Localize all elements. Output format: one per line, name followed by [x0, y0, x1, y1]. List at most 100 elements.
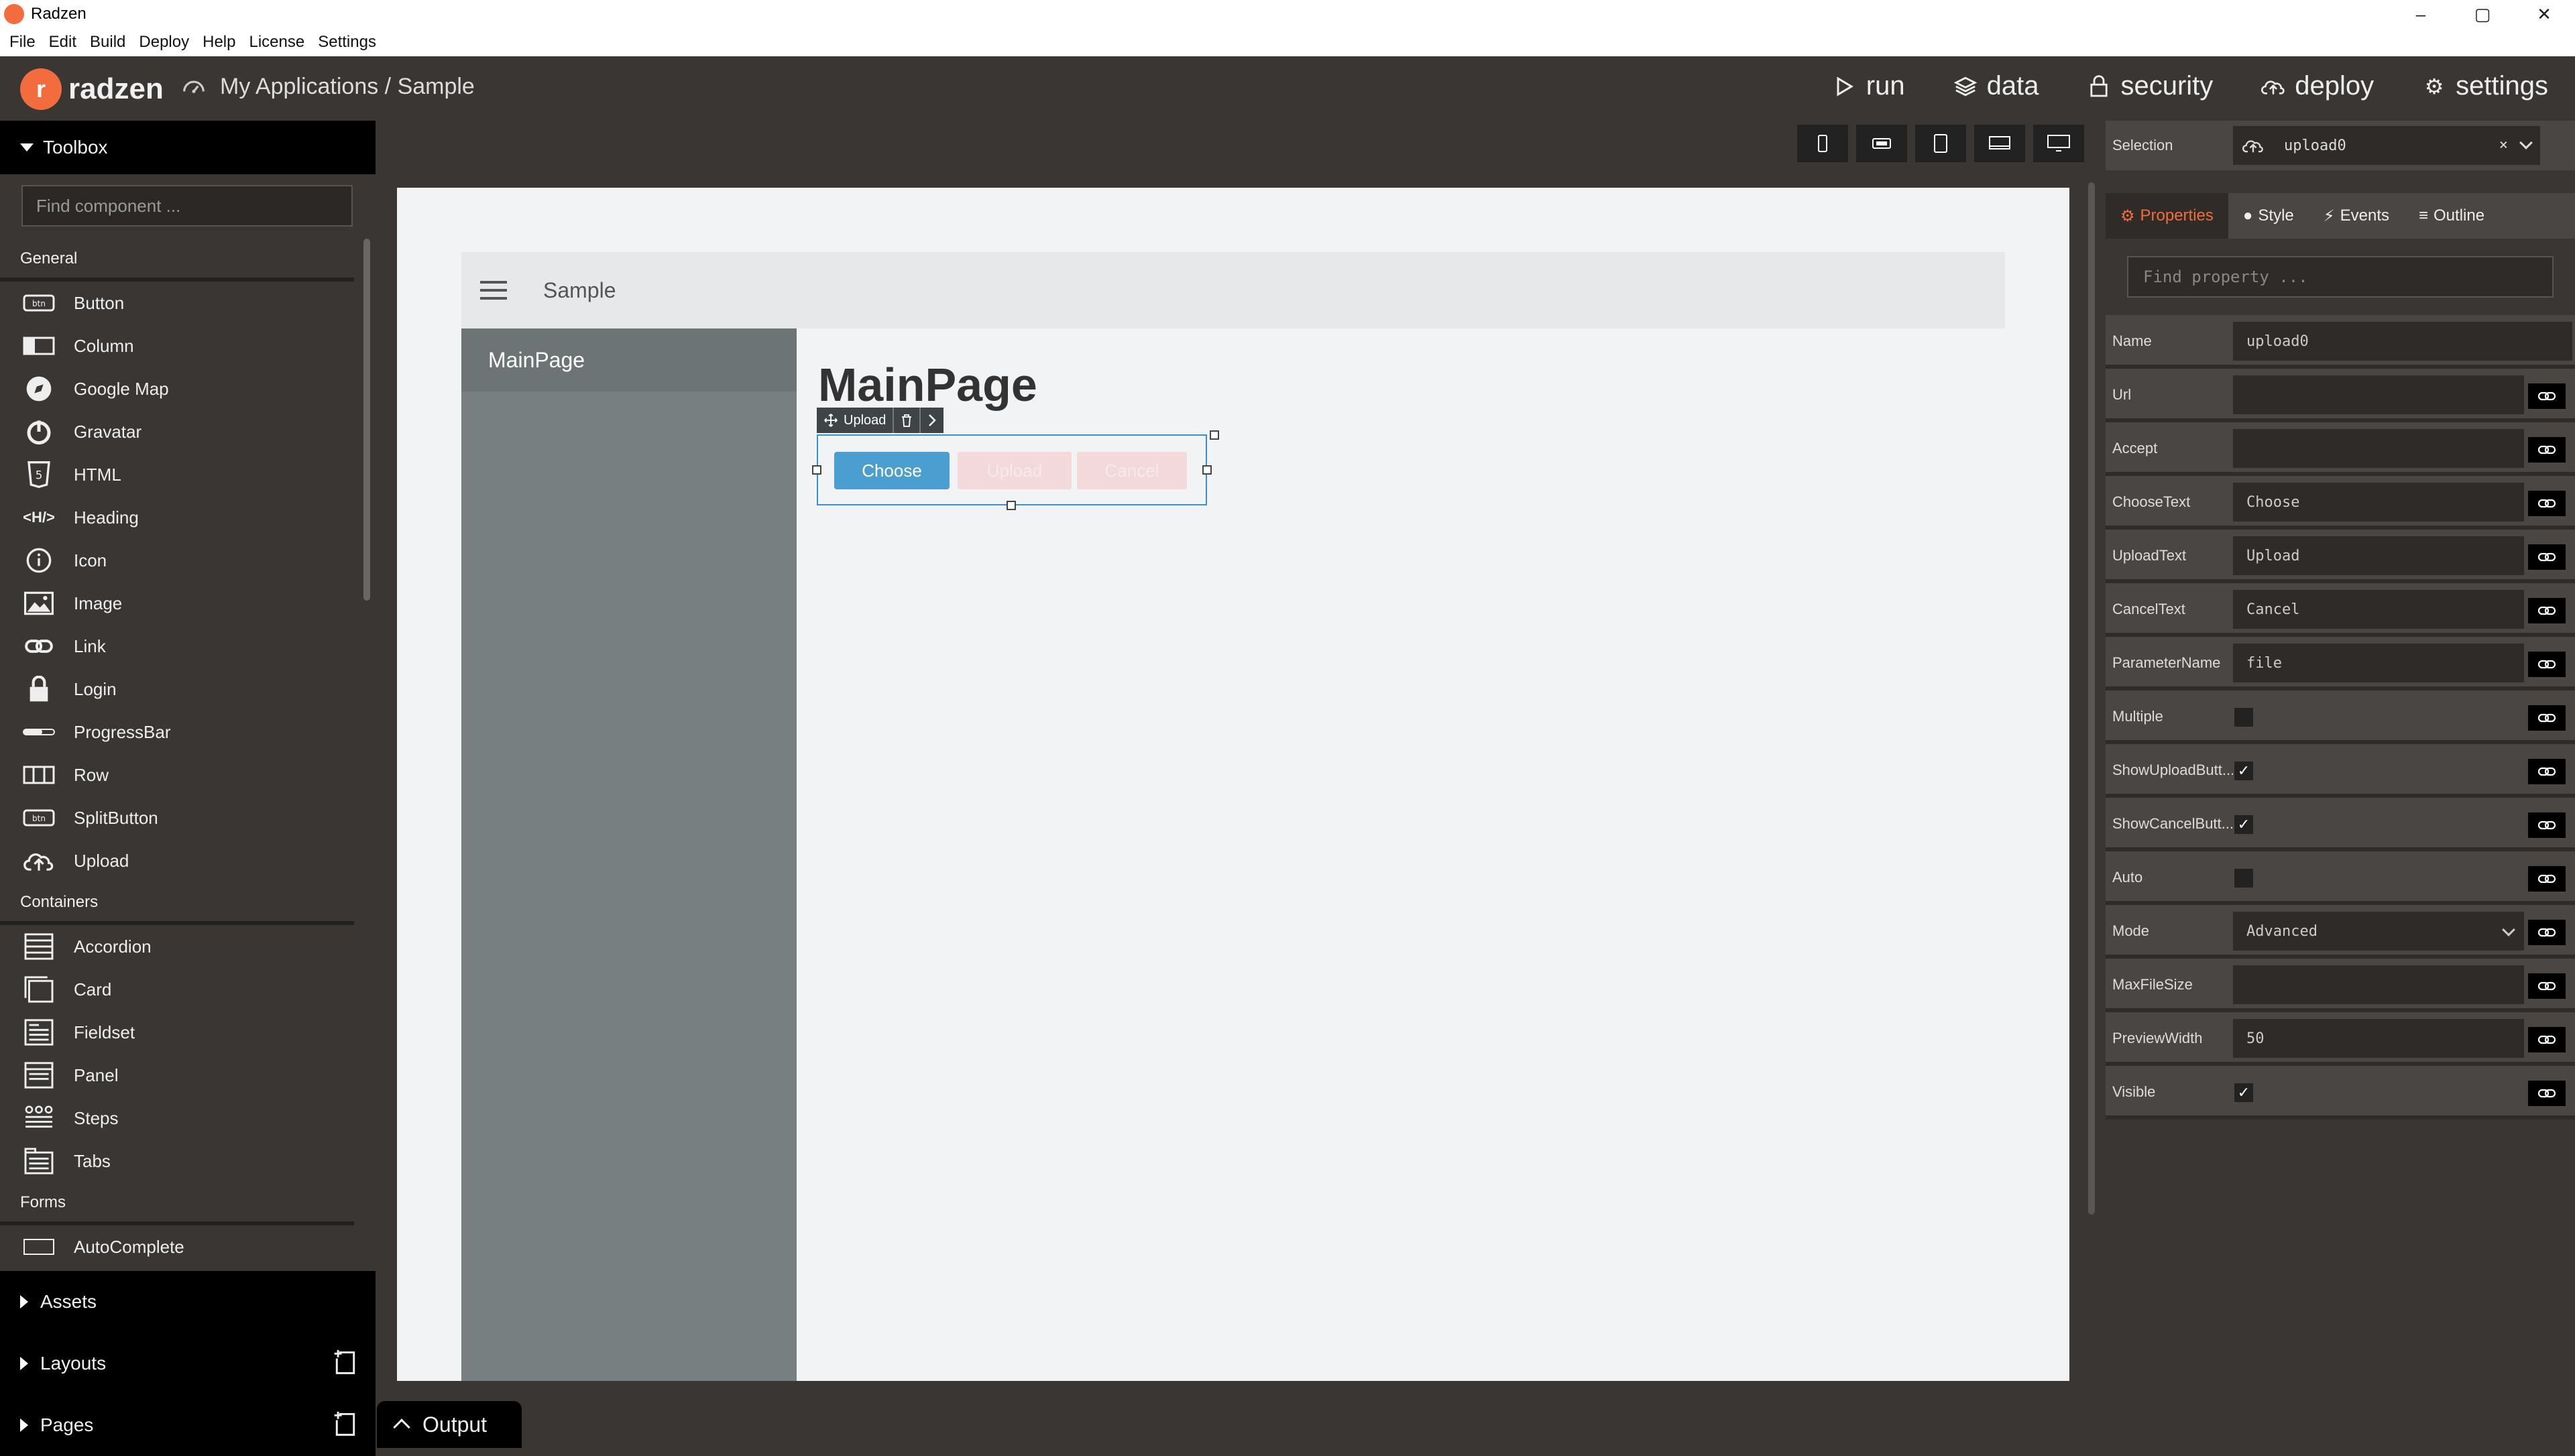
- link-icon[interactable]: [2528, 437, 2566, 463]
- device-tablet-button[interactable]: [1915, 125, 1966, 162]
- property-input[interactable]: Upload: [2233, 536, 2524, 575]
- device-laptop-button[interactable]: [1974, 125, 2025, 162]
- assets-section[interactable]: Assets: [0, 1271, 376, 1333]
- link-icon[interactable]: [2528, 383, 2566, 409]
- component-steps[interactable]: Steps: [0, 1097, 362, 1140]
- link-icon[interactable]: [2528, 1027, 2566, 1052]
- component-column[interactable]: Column: [0, 324, 362, 367]
- property-input[interactable]: [2233, 429, 2524, 468]
- menu-edit[interactable]: Edit: [49, 33, 76, 52]
- property-checkbox-unchecked[interactable]: [2234, 708, 2253, 727]
- tab-events[interactable]: ⚡ Events: [2309, 193, 2404, 239]
- component-fieldset[interactable]: Fieldset: [0, 1011, 362, 1054]
- breadcrumb[interactable]: My Applications / Sample: [181, 74, 475, 100]
- menu-deploy[interactable]: Deploy: [139, 33, 189, 52]
- component-image[interactable]: Image: [0, 582, 362, 625]
- layouts-section[interactable]: Layouts: [0, 1333, 376, 1394]
- selection-dropdown[interactable]: upload0 ×: [2233, 126, 2540, 165]
- component-login[interactable]: Login: [0, 668, 362, 711]
- component-tabs[interactable]: Tabs: [0, 1140, 362, 1182]
- component-search-input[interactable]: Find component ...: [21, 185, 353, 227]
- app-header-preview[interactable]: Sample: [461, 252, 2005, 328]
- menu-file[interactable]: File: [9, 33, 36, 52]
- property-input[interactable]: file: [2233, 644, 2524, 682]
- component-splitbutton[interactable]: btn SplitButton: [0, 796, 362, 839]
- property-input[interactable]: 50: [2233, 1019, 2524, 1058]
- link-icon[interactable]: [2528, 759, 2566, 784]
- component-html[interactable]: 5 HTML: [0, 453, 362, 496]
- component-icon[interactable]: Icon: [0, 539, 362, 582]
- add-page-icon[interactable]: [333, 1410, 358, 1437]
- menu-build[interactable]: Build: [90, 33, 125, 52]
- preview-sidebar-item-mainpage[interactable]: MainPage: [461, 328, 797, 391]
- property-input[interactable]: [2233, 375, 2524, 414]
- nav-deploy[interactable]: deploy: [2261, 71, 2374, 101]
- property-input[interactable]: upload0: [2233, 322, 2572, 361]
- nav-data[interactable]: data: [1953, 71, 2039, 101]
- tab-outline[interactable]: ≡ Outline: [2404, 193, 2499, 239]
- link-icon[interactable]: [2528, 544, 2566, 570]
- pages-section[interactable]: Pages: [0, 1394, 376, 1456]
- canvas-scrollbar[interactable]: [2088, 182, 2095, 1215]
- hamburger-icon[interactable]: [480, 281, 507, 300]
- link-icon[interactable]: [2528, 812, 2566, 838]
- upload-cancel-button[interactable]: Cancel: [1077, 452, 1187, 489]
- nav-run[interactable]: run: [1833, 71, 1905, 101]
- property-checkbox-checked[interactable]: ✓: [2234, 762, 2253, 780]
- resize-handle-right[interactable]: [1202, 465, 1212, 475]
- device-phone-portrait-button[interactable]: [1797, 125, 1848, 162]
- component-heading[interactable]: <H/> Heading: [0, 496, 362, 539]
- nav-settings[interactable]: ⚙ settings: [2422, 71, 2548, 101]
- delete-component-button[interactable]: [894, 408, 921, 433]
- add-layout-icon[interactable]: [333, 1349, 358, 1376]
- tab-properties[interactable]: ⚙ Properties: [2106, 193, 2228, 239]
- toolbox-scrollbar[interactable]: [363, 239, 370, 601]
- device-phone-landscape-button[interactable]: [1856, 125, 1907, 162]
- design-canvas[interactable]: Sample MainPage MainPage Upload Choose U…: [397, 188, 2069, 1381]
- link-icon[interactable]: [2528, 920, 2566, 945]
- link-icon[interactable]: [2528, 598, 2566, 623]
- component-autocomplete[interactable]: AutoComplete: [0, 1225, 362, 1268]
- component-google-map[interactable]: Google Map: [0, 367, 362, 410]
- property-input[interactable]: [2233, 965, 2524, 1004]
- select-next-button[interactable]: [921, 408, 943, 433]
- component-panel[interactable]: Panel: [0, 1054, 362, 1097]
- component-accordion[interactable]: Accordion: [0, 925, 362, 968]
- property-select[interactable]: Advanced: [2233, 912, 2524, 951]
- upload-upload-button[interactable]: Upload: [958, 452, 1072, 489]
- clear-selection-icon[interactable]: ×: [2499, 137, 2508, 154]
- resize-handle-left[interactable]: [812, 465, 821, 475]
- component-progressbar[interactable]: ProgressBar: [0, 711, 362, 753]
- device-desktop-button[interactable]: [2033, 125, 2084, 162]
- property-input[interactable]: Choose: [2233, 483, 2524, 522]
- nav-security[interactable]: security: [2087, 71, 2213, 101]
- component-row[interactable]: Row: [0, 753, 362, 796]
- property-input[interactable]: Cancel: [2233, 590, 2524, 629]
- move-handle[interactable]: Upload: [817, 408, 895, 433]
- property-checkbox-checked[interactable]: ✓: [2234, 815, 2253, 834]
- output-tab[interactable]: Output: [377, 1401, 522, 1448]
- property-checkbox-unchecked[interactable]: [2234, 869, 2253, 888]
- menu-help[interactable]: Help: [203, 33, 235, 52]
- resize-handle-top[interactable]: [1210, 430, 1219, 440]
- menu-license[interactable]: License: [249, 33, 304, 52]
- link-icon[interactable]: [2528, 652, 2566, 677]
- link-icon[interactable]: [2528, 973, 2566, 999]
- page-heading[interactable]: MainPage: [818, 358, 1037, 412]
- component-gravatar[interactable]: Gravatar: [0, 410, 362, 453]
- menu-settings[interactable]: Settings: [318, 33, 376, 52]
- property-checkbox-checked[interactable]: ✓: [2234, 1083, 2253, 1102]
- component-button[interactable]: btn Button: [0, 282, 362, 324]
- toolbox-header[interactable]: Toolbox: [0, 121, 376, 174]
- resize-handle-bottom[interactable]: [1007, 501, 1016, 510]
- link-icon[interactable]: [2528, 866, 2566, 892]
- tab-style[interactable]: ● Style: [2228, 193, 2309, 239]
- link-icon[interactable]: [2528, 705, 2566, 731]
- upload-choose-button[interactable]: Choose: [834, 452, 950, 489]
- component-card[interactable]: Card: [0, 968, 362, 1011]
- brand[interactable]: r radzen: [20, 68, 164, 110]
- component-upload[interactable]: Upload: [0, 839, 362, 882]
- maximize-button[interactable]: ▢: [2452, 0, 2513, 28]
- preview-sidebar[interactable]: MainPage: [461, 328, 797, 1381]
- link-icon[interactable]: [2528, 491, 2566, 516]
